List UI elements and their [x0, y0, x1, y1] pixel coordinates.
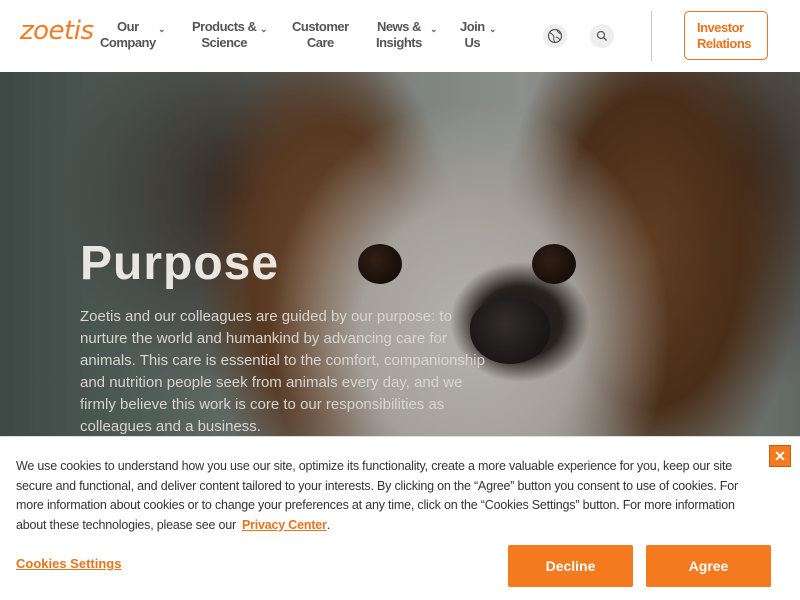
- nav-join-us[interactable]: Join Us ⌄: [460, 19, 497, 51]
- nav-our-company[interactable]: Our Company ⌄: [100, 19, 166, 51]
- nav-label-line2: Care: [306, 35, 334, 50]
- chevron-down-icon: ⌄: [260, 24, 268, 34]
- nav-label-line1: Products &: [192, 19, 257, 34]
- cookies-settings-link[interactable]: Cookies Settings: [16, 556, 121, 571]
- privacy-center-link[interactable]: Privacy Center: [242, 518, 327, 532]
- nav-join-us-label: Join Us: [460, 19, 485, 51]
- close-icon[interactable]: ✕: [769, 445, 791, 467]
- search-icon[interactable]: [590, 24, 614, 48]
- nav-label-line1: Customer: [292, 19, 349, 34]
- investor-label-line1: Investor: [697, 20, 744, 35]
- nav-customer-care-label: Customer Care: [292, 19, 349, 51]
- nav-customer-care[interactable]: Customer Care: [292, 19, 349, 51]
- agree-button[interactable]: Agree: [646, 545, 771, 587]
- cookie-message: We use cookies to understand how you use…: [16, 459, 738, 532]
- nav-label-line2: Science: [201, 35, 247, 50]
- nav-label-line1: News &: [376, 19, 421, 34]
- hero-body: Zoetis and our colleagues are guided by …: [80, 308, 485, 435]
- cookie-text: We use cookies to understand how you use…: [16, 457, 751, 535]
- chevron-down-icon: ⌄: [430, 24, 438, 34]
- nav-news-insights[interactable]: News & Insights ⌄: [376, 19, 438, 51]
- nav-label-line2: Us: [464, 35, 481, 50]
- nav-label-line1: Join: [460, 19, 485, 34]
- nav-news-insights-label: News & Insights: [376, 19, 422, 51]
- site-header: zoetis Our Company ⌄ Products & Science …: [0, 0, 800, 72]
- decline-button[interactable]: Decline: [508, 545, 633, 587]
- investor-label-line2: Relations: [697, 36, 752, 51]
- nav-products-science-label: Products & Science: [192, 19, 257, 51]
- globe-icon[interactable]: [543, 24, 567, 48]
- header-divider: [651, 11, 652, 61]
- nav-label-line2: Company: [100, 35, 156, 50]
- chevron-down-icon: ⌄: [158, 24, 166, 34]
- cookie-banner: We use cookies to understand how you use…: [0, 436, 800, 600]
- nav-our-company-label: Our Company: [100, 19, 156, 51]
- cookie-trailing: .: [326, 517, 331, 532]
- hero-title: Purpose: [80, 237, 280, 290]
- nav-products-science[interactable]: Products & Science ⌄: [192, 19, 268, 51]
- investor-relations-button[interactable]: Investor Relations: [684, 11, 768, 60]
- chevron-down-icon: ⌄: [489, 24, 497, 34]
- nav-label-line1: Our: [117, 19, 139, 34]
- zoetis-logo[interactable]: zoetis: [20, 16, 94, 46]
- nav-label-line2: Insights: [376, 35, 422, 50]
